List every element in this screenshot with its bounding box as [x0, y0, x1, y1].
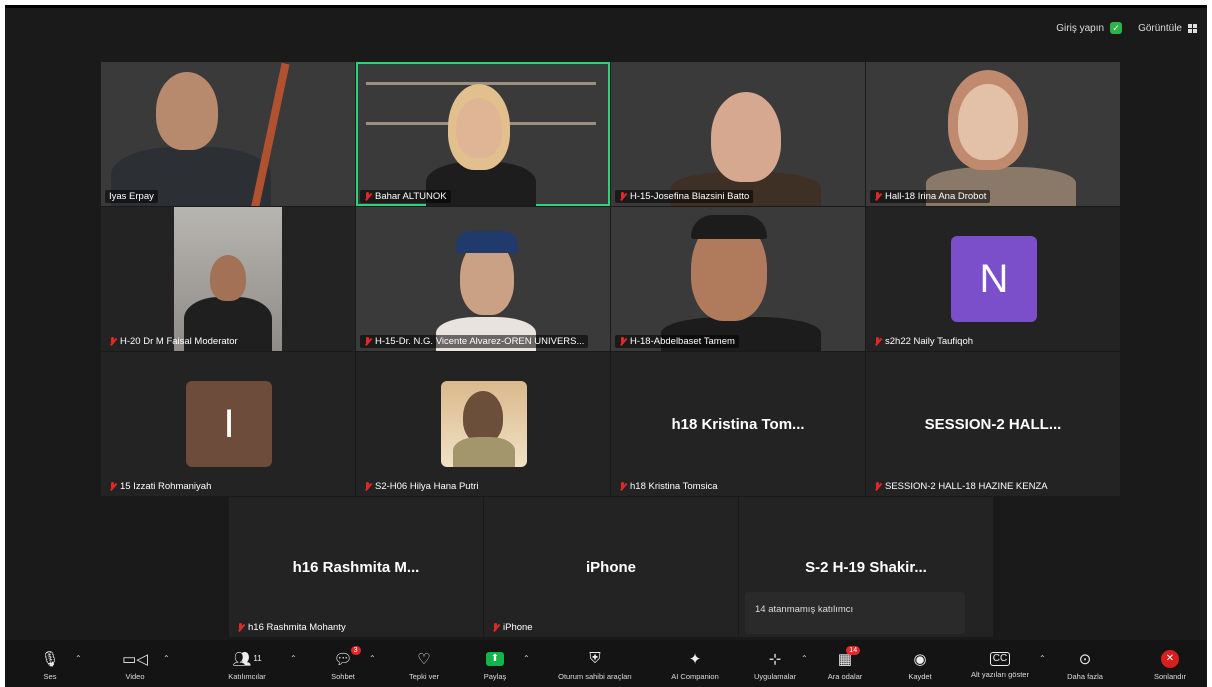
- avatar: [441, 381, 527, 467]
- mic-muted-icon: [619, 481, 626, 492]
- mic-muted-icon: [874, 481, 881, 492]
- breakout-icon: ▦ 14: [838, 645, 861, 668]
- participant-display-name: iPhone: [585, 559, 636, 576]
- participant-name: SESSION-2 HALL-18 HAZINE KENZA: [870, 480, 1052, 493]
- video-tile[interactable]: N s2h22 Naily Taufiqoh: [866, 207, 1120, 351]
- captions-button[interactable]: CC Alt yazıları göster: [960, 640, 1040, 687]
- mic-muted-icon: [109, 481, 116, 492]
- video-tile[interactable]: H-15-Josefina Blazsini Batto: [611, 62, 865, 206]
- view-button[interactable]: Görüntüle: [1138, 23, 1197, 34]
- mic-muted-icon: [492, 622, 499, 633]
- meeting-toolbar: 🎙︎ Ses ⌃ ▭◁ Video ⌃ 👥︎ 11 Katılımcılar ⌃ …: [5, 640, 1207, 687]
- video-tile-active-speaker[interactable]: Bahar ALTUNOK: [356, 62, 610, 206]
- mic-muted-icon: [364, 336, 371, 347]
- participant-name: s2h22 Naily Taufiqoh: [870, 335, 977, 348]
- participant-display-name: S-2 H-19 Shakir...: [805, 559, 927, 576]
- participant-name: H-15-Dr. N.G. Vicente Alvarez-OREN UNIVE…: [360, 335, 589, 348]
- end-meeting-button[interactable]: ✕ Sonlandır: [1145, 640, 1195, 687]
- video-tile[interactable]: Hall-18 Irina Ana Drobot: [866, 62, 1120, 206]
- mic-muted-icon: [619, 336, 626, 347]
- video-tile[interactable]: SESSION-2 HALL... SESSION-2 HALL-18 HAZI…: [866, 352, 1120, 496]
- breakout-rooms-button[interactable]: ▦ 14 Ara odalar: [820, 640, 870, 687]
- participant-name: Bahar ALTUNOK: [360, 190, 451, 203]
- video-tile[interactable]: H-20 Dr M Faisal Moderator: [101, 207, 355, 351]
- chat-badge: 3: [350, 645, 361, 655]
- mic-muted-icon: [109, 336, 116, 347]
- video-tile[interactable]: H-15-Dr. N.G. Vicente Alvarez-OREN UNIVE…: [356, 207, 610, 351]
- captions-options-caret[interactable]: ⌃: [1039, 654, 1046, 663]
- apps-button[interactable]: ⊹ Uygulamalar: [745, 640, 805, 687]
- chat-icon: 💬︎ 3: [333, 645, 361, 668]
- mic-muted-icon: [874, 191, 881, 202]
- participants-button[interactable]: 👥︎ 11 Katılımcılar: [217, 640, 277, 687]
- mic-muted-icon: [619, 191, 626, 202]
- more-icon: ⊙: [1078, 650, 1092, 668]
- sign-in-label: Giriş yapın: [1056, 22, 1105, 34]
- cc-icon: CC: [989, 651, 1011, 666]
- heart-icon: ♡: [417, 650, 431, 668]
- audio-options-caret[interactable]: ⌃: [75, 654, 82, 663]
- record-button[interactable]: ◉ Kaydet: [900, 640, 940, 687]
- breakout-badge: 14: [846, 645, 861, 655]
- mic-muted-icon: [364, 191, 371, 202]
- participant-display-name: h16 Rashmita M...: [292, 559, 420, 576]
- video-tile[interactable]: Iyas Erpay: [101, 62, 355, 206]
- zoom-meeting-window: Giriş yapın ✓ Görüntüle Iyas Erpay Bahar…: [5, 5, 1207, 687]
- participant-name: Iyas Erpay: [105, 190, 158, 203]
- mic-muted-icon: [874, 336, 881, 347]
- record-icon: ◉: [913, 650, 927, 668]
- apps-options-caret[interactable]: ⌃: [801, 654, 808, 663]
- video-tile[interactable]: S2-H06 Hilya Hana Putri: [356, 352, 610, 496]
- shield-check-icon: ✓: [1110, 22, 1123, 34]
- participant-name: h16 Rashmita Mohanty: [233, 621, 350, 634]
- camera-icon: ▭◁: [122, 650, 148, 668]
- participant-name: H-20 Dr M Faisal Moderator: [105, 335, 242, 348]
- video-button[interactable]: ▭◁ Video: [115, 640, 155, 687]
- mic-muted-icon: [364, 481, 371, 492]
- video-tile[interactable]: h16 Rashmita M... h16 Rashmita Mohanty: [229, 497, 483, 637]
- mic-muted-icon: [237, 622, 244, 633]
- participant-name: 15 Izzati Rohmaniyah: [105, 480, 215, 493]
- chat-button[interactable]: 💬︎ 3 Sohbet: [323, 640, 363, 687]
- video-tile[interactable]: I 15 Izzati Rohmaniyah: [101, 352, 355, 496]
- participant-name: H-15-Josefina Blazsini Batto: [615, 190, 754, 203]
- shield-icon: ⛨: [589, 650, 601, 667]
- unassigned-label: 14 atanmamış katılımcı: [755, 604, 854, 615]
- video-tile[interactable]: h18 Kristina Tom... h18 Kristina Tomsica: [611, 352, 865, 496]
- sign-in-button[interactable]: Giriş yapın ✓: [1056, 22, 1123, 34]
- apps-icon: ⊹: [768, 650, 782, 668]
- participant-name: S2-H06 Hilya Hana Putri: [360, 480, 483, 493]
- mic-icon: 🎙︎: [40, 650, 60, 668]
- react-button[interactable]: ♡ Tepki ver: [400, 640, 448, 687]
- participant-display-name: SESSION-2 HALL...: [924, 416, 1062, 433]
- chat-options-caret[interactable]: ⌃: [369, 654, 376, 663]
- grid-icon: [1188, 23, 1197, 33]
- participants-icon: 👥︎ 11: [232, 650, 262, 668]
- ai-companion-button[interactable]: ✦ AI Companion: [660, 640, 730, 687]
- share-options-caret[interactable]: ⌃: [523, 654, 530, 663]
- top-bar: Giriş yapın ✓ Görüntüle: [1056, 22, 1197, 34]
- sparkle-icon: ✦: [688, 650, 702, 668]
- participant-name: H-18-Abdelbaset Tamem: [615, 335, 739, 348]
- participants-options-caret[interactable]: ⌃: [290, 654, 297, 663]
- end-icon: ✕: [1161, 649, 1179, 668]
- view-label: Görüntüle: [1138, 22, 1182, 34]
- share-button[interactable]: ⬆ Paylaş: [475, 640, 515, 687]
- video-options-caret[interactable]: ⌃: [163, 654, 170, 663]
- participant-display-name: h18 Kristina Tom...: [671, 416, 805, 433]
- participant-name: iPhone: [488, 621, 537, 634]
- participant-name: h18 Kristina Tomsica: [615, 480, 721, 493]
- unassigned-participants-popup[interactable]: 14 atanmamış katılımcı: [745, 592, 965, 634]
- avatar: I: [186, 381, 272, 467]
- share-icon: ⬆: [486, 651, 504, 666]
- host-tools-button[interactable]: ⛨ Oturum sahibi araçları: [545, 640, 645, 687]
- participant-name: Hall-18 Irina Ana Drobot: [870, 190, 991, 203]
- avatar: N: [951, 236, 1037, 322]
- video-tile[interactable]: iPhone iPhone: [484, 497, 738, 637]
- more-button[interactable]: ⊙ Daha fazla: [1060, 640, 1110, 687]
- audio-button[interactable]: 🎙︎ Ses: [35, 640, 65, 687]
- video-tile[interactable]: H-18-Abdelbaset Tamem: [611, 207, 865, 351]
